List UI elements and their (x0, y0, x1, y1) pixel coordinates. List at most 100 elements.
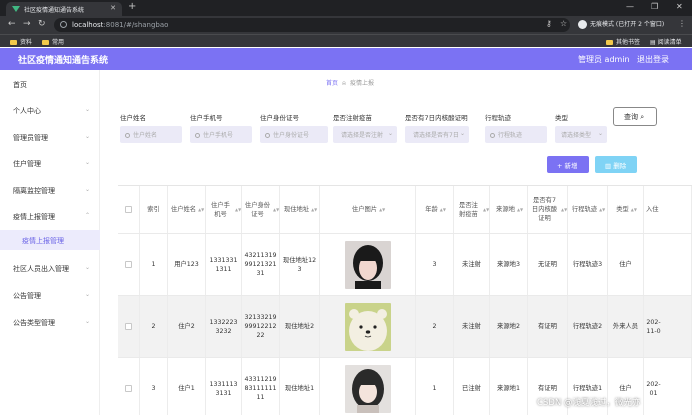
url-input[interactable]: localhost:8081/#/shangbao (54, 18, 570, 32)
idcard-cell: 432113199912132131 (242, 234, 280, 295)
age-cell: 3 (416, 234, 454, 295)
type-select[interactable]: 请选择类型 ⌄ (555, 126, 607, 143)
row-checkbox[interactable] (125, 261, 132, 268)
resident-photo[interactable] (344, 302, 391, 351)
nucleic-select[interactable]: 请选择是否有7日 ⌄ (405, 126, 469, 143)
close-tab-icon[interactable]: ✕ (110, 4, 116, 12)
search-icon (265, 133, 270, 138)
sort-icon[interactable]: ▲▼ (517, 207, 523, 212)
breadcrumb-home[interactable]: 首页 (326, 80, 338, 87)
minimize-icon[interactable]: — (626, 2, 634, 11)
resident-photo[interactable] (344, 364, 391, 413)
sort-icon[interactable]: ▲▼ (561, 207, 567, 212)
table-row[interactable]: 1 用户123 13313311311 432113199912132131 现… (118, 234, 692, 296)
sort-icon[interactable]: ▲▼ (311, 207, 317, 212)
browser-tab[interactable]: 社区疫情通知通告系统 ✕ (6, 2, 122, 16)
track-cell: 行程轨迹2 (568, 296, 608, 357)
column-header[interactable]: 来源地 ▲▼ (490, 186, 528, 233)
column-header[interactable]: 住户姓名 ▲▼ (168, 186, 206, 233)
idcard-input[interactable]: 住户身份证号 (260, 126, 328, 143)
sidebar-item-residents[interactable]: 住户管理 ⌄ (0, 153, 100, 173)
name-cell: 住户2 (168, 296, 206, 357)
photo-cell (320, 296, 416, 357)
column-header[interactable]: 住户手机号 ▲▼ (206, 186, 242, 233)
select-all-checkbox[interactable] (125, 206, 132, 213)
sidebar-item-access[interactable]: 社区人员出入管理 ⌄ (0, 258, 100, 278)
column-header[interactable]: 现住地址 ▲▼ (280, 186, 320, 233)
vaccine-select[interactable]: 请选择是否注射 ⌄ (333, 126, 397, 143)
column-header[interactable]: 是否注射疫苗 ▲▼ (454, 186, 490, 233)
column-header[interactable]: 是否有7日内核酸证明 ▲▼ (528, 186, 568, 233)
incognito-label: 无痕模式 (已打开 2 个窗口) (590, 21, 665, 28)
sort-icon[interactable]: ▲▼ (631, 207, 637, 212)
sidebar-subitem-epidemic-report[interactable]: 疫情上报管理 (0, 230, 100, 250)
filter-label-phone: 住户手机号 (190, 114, 223, 122)
back-icon[interactable]: ← (8, 19, 16, 29)
sort-icon[interactable]: ▲▼ (198, 207, 204, 212)
chevron-up-icon: ⌃ (84, 212, 90, 219)
sort-icon[interactable]: ▲▼ (235, 207, 241, 212)
breadcrumb-current: 疫情上报 (350, 80, 375, 87)
resident-photo[interactable] (344, 240, 391, 289)
column-header[interactable]: 住户图片 ▲▼ (320, 186, 416, 233)
filter-label-vaccine: 是否注射疫苗 (333, 114, 372, 122)
current-user: 管理员 admin (578, 55, 630, 64)
incognito-indicator[interactable]: 无痕模式 (已打开 2 个窗口) (578, 19, 664, 29)
trash-icon: ▥ (605, 162, 614, 170)
bookmark-folder[interactable]: 常用 (42, 37, 64, 46)
track-cell: 行程轨迹3 (568, 234, 608, 295)
reload-icon[interactable]: ↻ (38, 19, 46, 29)
table-header-row: 索引 住户姓名 ▲▼ 住户手机号 ▲▼ 住户身份证号 ▲▼ 现住地址 ▲▼ 住户图片 ▲▼… (118, 186, 692, 234)
column-header[interactable]: 入住 (644, 186, 692, 233)
sidebar-item-admin[interactable]: 管理员管理 ⌄ (0, 127, 100, 147)
reading-list[interactable]: ▤ 阅读清单 (650, 37, 682, 46)
logout-link[interactable]: 退出登录 (637, 54, 669, 65)
sort-icon[interactable]: ▲▼ (440, 207, 446, 212)
row-checkbox[interactable] (125, 385, 132, 392)
row-checkbox[interactable] (125, 323, 132, 330)
name-cell: 用户123 (168, 234, 206, 295)
sidebar-item-epidemic-report[interactable]: 疫情上报管理 ⌃ (0, 206, 100, 226)
forward-icon[interactable]: → (23, 19, 31, 29)
column-header[interactable]: 类型 ▲▼ (608, 186, 644, 233)
report-table: 索引 住户姓名 ▲▼ 住户手机号 ▲▼ 住户身份证号 ▲▼ 现住地址 ▲▼ 住户图片 ▲▼… (118, 185, 692, 415)
sidebar-item-isolation[interactable]: 隔离监控管理 ⌄ (0, 180, 100, 200)
new-tab-icon[interactable]: + (128, 1, 136, 12)
phone-input[interactable]: 住户手机号 (190, 126, 252, 143)
sort-icon[interactable]: ▲▼ (599, 207, 605, 212)
table-row[interactable]: 2 住户2 13322233232 321332199991221222 现住地… (118, 296, 692, 358)
sort-icon[interactable]: ▲▼ (379, 207, 385, 212)
column-header[interactable]: 年龄 ▲▼ (416, 186, 454, 233)
folder-icon (10, 40, 17, 45)
checkin-cell (644, 234, 692, 295)
sort-icon[interactable]: ▲▼ (483, 207, 489, 212)
delete-button[interactable]: ▥ 删除 (595, 156, 637, 173)
bookmark-star-icon[interactable]: ☆ (560, 19, 567, 28)
maximize-icon[interactable]: ❐ (651, 2, 658, 11)
sidebar-item-home[interactable]: 首页 (0, 74, 100, 94)
sidebar-item-notice-types[interactable]: 公告类型管理 ⌄ (0, 312, 100, 332)
sort-icon[interactable]: ▲▼ (273, 207, 279, 212)
column-header: 索引 (140, 186, 168, 233)
row-select-cell (118, 234, 140, 295)
folder-icon (606, 40, 613, 45)
add-button[interactable]: + 新增 (547, 156, 589, 173)
bookmark-folder[interactable]: 资料 (10, 37, 32, 46)
address-cell: 现住地址1 (280, 358, 320, 415)
menu-icon[interactable]: ⋮ (678, 19, 686, 28)
query-button[interactable]: 查询 ⌕ (613, 107, 657, 126)
key-icon[interactable]: ⚷ (546, 19, 552, 28)
column-header[interactable]: 行程轨迹 ▲▼ (568, 186, 608, 233)
filter-label-nucleic: 是否有7日内核酸证明 (405, 114, 468, 122)
sidebar-item-profile[interactable]: 个人中心 ⌄ (0, 100, 100, 120)
track-input[interactable]: 行程轨迹 (485, 126, 547, 143)
column-header[interactable]: 住户身份证号 ▲▼ (242, 186, 280, 233)
other-bookmarks[interactable]: 其他书签 (606, 37, 640, 46)
sidebar-item-notices[interactable]: 公告管理 ⌄ (0, 285, 100, 305)
name-input[interactable]: 住户姓名 (120, 126, 182, 143)
site-info-icon[interactable] (60, 21, 67, 28)
type-cell: 外来人员 (608, 296, 644, 357)
close-window-icon[interactable]: ✕ (676, 2, 683, 11)
filter-label-idcard: 住户身份证号 (260, 114, 299, 122)
index-cell: 3 (140, 358, 168, 415)
